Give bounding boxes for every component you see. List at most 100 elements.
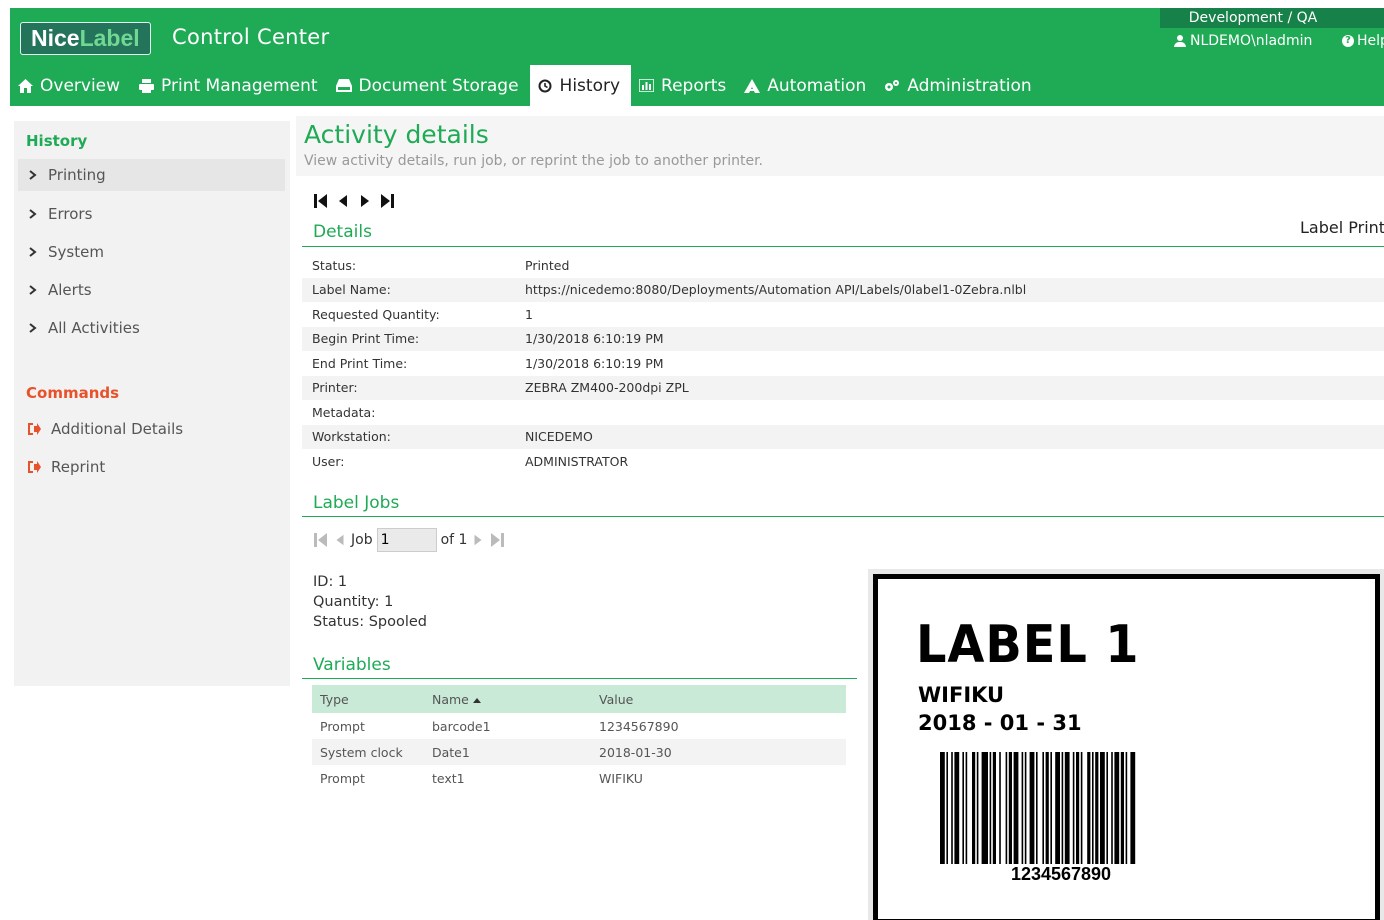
detail-value: 1: [525, 306, 533, 322]
barcode-bar: [1036, 752, 1038, 864]
printer-icon: [138, 78, 154, 94]
sidebar-item-alerts[interactable]: Alerts: [18, 274, 285, 306]
next-job-icon[interactable]: [471, 532, 485, 548]
barcode-bar: [989, 752, 992, 864]
command-label: Additional Details: [51, 420, 184, 438]
nav-history[interactable]: History: [529, 65, 632, 106]
sidebar-commands-heading: Commands: [26, 384, 120, 402]
nav-print-management[interactable]: Print Management: [131, 65, 329, 106]
detail-key: Workstation:: [312, 429, 391, 445]
page-header: Activity details View activity details, …: [296, 116, 1384, 176]
previous-page-icon[interactable]: [335, 193, 351, 209]
variables-header-row: Type Name Value: [312, 685, 846, 713]
job-label: Job: [351, 532, 373, 548]
nicelabel-logo[interactable]: Nice Label: [20, 22, 151, 55]
barcode-bar: [1072, 752, 1075, 864]
column-header-label: Value: [599, 691, 634, 707]
nav-overview-label: Overview: [40, 75, 121, 96]
next-page-icon[interactable]: [357, 193, 373, 209]
barcode-bar: [1024, 752, 1027, 864]
barcode-bar: [1064, 752, 1070, 864]
detail-key: Begin Print Time:: [312, 331, 420, 347]
table-row[interactable]: System clock Date1 2018-01-30: [312, 739, 846, 765]
storage-icon: [335, 78, 352, 94]
detail-value: 1/30/2018 6:10:19 PM: [525, 355, 664, 371]
detail-row-requested-quantity: Requested Quantity: 1: [302, 302, 1384, 327]
detail-row-user: User: ADMINISTRATOR: [302, 449, 1384, 474]
app-title: Control Center: [172, 25, 330, 49]
previous-job-icon[interactable]: [333, 532, 347, 548]
sidebar-item-printing[interactable]: Printing: [18, 159, 285, 191]
nav-reports[interactable]: Reports: [631, 65, 737, 106]
detail-key: End Print Time:: [312, 355, 408, 371]
barcode-bar: [1042, 752, 1044, 864]
nav-administration[interactable]: Administration: [877, 65, 1042, 106]
detail-key: Requested Quantity:: [312, 306, 440, 322]
command-reprint[interactable]: Reprint: [18, 451, 285, 483]
detail-key: User:: [312, 453, 345, 469]
barcode-bar: [1021, 752, 1024, 864]
barcode-bar: [999, 752, 1001, 864]
chevron-right-icon: [29, 285, 37, 295]
barcode-bar: [1055, 752, 1060, 864]
barcode-bar: [1061, 752, 1064, 864]
barcode-bar: [946, 752, 948, 864]
column-header-name[interactable]: Name: [424, 685, 591, 713]
column-header-value[interactable]: Value: [591, 685, 846, 713]
page-title: Activity details: [304, 120, 489, 149]
barcode-bar: [1080, 752, 1083, 864]
label-text-value: WIFIKU: [918, 683, 1005, 707]
barcode-bar: [1111, 752, 1113, 864]
barcode-bar: [992, 752, 996, 864]
automation-icon: [744, 78, 761, 94]
command-additional-details[interactable]: Additional Details: [18, 413, 285, 445]
brand-row: Nice Label Control Center Development / Q…: [10, 8, 1384, 70]
column-header-type[interactable]: Type: [312, 685, 424, 713]
detail-row-printer: Printer: ZEBRA ZM400-200dpi ZPL: [302, 375, 1384, 400]
barcode-image: [940, 752, 1136, 864]
help-link[interactable]: ? Help: [1342, 33, 1384, 49]
job-number-input[interactable]: [376, 528, 437, 552]
detail-row-label-name: Label Name: https://nicedemo:8080/Deploym…: [302, 277, 1384, 302]
barcode-bar: [1114, 752, 1120, 864]
activity-pager: [313, 193, 395, 209]
label-preview: LABEL 1 WIFIKU 2018 - 01 - 31 1234567890: [868, 569, 1384, 920]
nav-document-storage[interactable]: Document Storage: [329, 65, 530, 106]
barcode-number: 1234567890: [1010, 864, 1112, 884]
sidebar-item-all-activities[interactable]: All Activities: [18, 312, 285, 344]
label-jobs-section-title: Label Jobs: [313, 493, 400, 513]
sidebar-item-label: All Activities: [48, 319, 140, 337]
last-page-icon[interactable]: [379, 193, 395, 209]
variable-value: 2018-01-30: [591, 739, 846, 765]
chevron-right-icon: [29, 170, 37, 180]
details-divider: [302, 246, 1384, 247]
nav-automation[interactable]: Automation: [737, 65, 877, 106]
nav-history-label: History: [559, 75, 621, 96]
sidebar-item-errors[interactable]: Errors: [18, 198, 285, 230]
table-row[interactable]: Prompt barcode1 1234567890: [312, 713, 846, 739]
variable-value: WIFIKU: [599, 770, 643, 786]
detail-value: 1/30/2018 6:10:19 PM: [525, 331, 664, 347]
app-header: Nice Label Control Center Development / Q…: [10, 8, 1384, 106]
job-total-label: of 1: [440, 532, 468, 548]
last-job-icon[interactable]: [489, 532, 505, 548]
nav-overview[interactable]: Overview: [10, 65, 131, 106]
table-row[interactable]: Prompt text1 WIFIKU: [312, 765, 846, 791]
home-icon: [17, 78, 33, 94]
label-jobs-divider: [302, 516, 1384, 517]
first-page-icon[interactable]: [313, 193, 329, 209]
variable-name: text1: [432, 770, 465, 786]
detail-value: ADMINISTRATOR: [525, 453, 629, 469]
first-job-icon[interactable]: [313, 532, 329, 548]
detail-value: NICEDEMO: [525, 429, 593, 445]
barcode-bar: [1005, 752, 1008, 864]
barcode-bar: [1076, 752, 1080, 864]
nav-print-management-label: Print Management: [161, 75, 318, 96]
sign-out-icon: [28, 461, 41, 473]
user-menu[interactable]: NLDEMO\nladmin: [1174, 33, 1312, 49]
sidebar-item-system[interactable]: System: [18, 236, 285, 268]
help-label: Help: [1357, 33, 1384, 49]
user-icon: [1174, 35, 1186, 47]
nav-administration-label: Administration: [907, 75, 1032, 96]
chevron-right-icon: [29, 323, 37, 333]
